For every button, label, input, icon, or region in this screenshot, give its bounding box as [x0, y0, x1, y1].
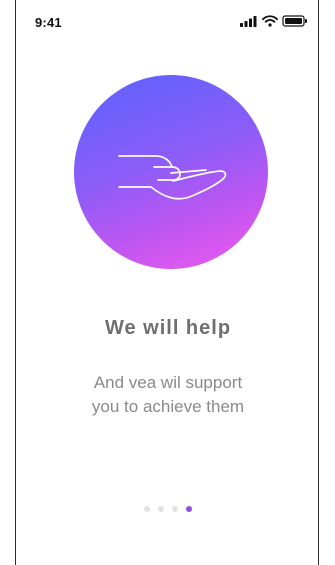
wifi-icon — [262, 14, 278, 32]
status-time: 9:41 — [35, 15, 62, 30]
status-icons — [240, 14, 308, 32]
page-dot-2[interactable] — [158, 506, 164, 512]
status-bar: 9:41 — [16, 0, 318, 44]
phone-screen: 9:41 We will help And vea wil support yo… — [15, 0, 319, 565]
subtitle-line-2: you to achieve them — [91, 397, 245, 416]
page-subtitle: And vea wil support you to achieve them — [16, 371, 320, 419]
subtitle-line-1: And vea wil support — [93, 373, 243, 392]
page-dot-1[interactable] — [144, 506, 150, 512]
page-dot-3[interactable] — [172, 506, 178, 512]
hero-illustration — [74, 75, 268, 269]
pagination-dots — [16, 506, 320, 512]
battery-icon — [282, 14, 308, 32]
page-title: We will help — [104, 317, 232, 339]
signal-icon — [240, 14, 258, 32]
page-dot-4-active[interactable] — [186, 506, 192, 512]
